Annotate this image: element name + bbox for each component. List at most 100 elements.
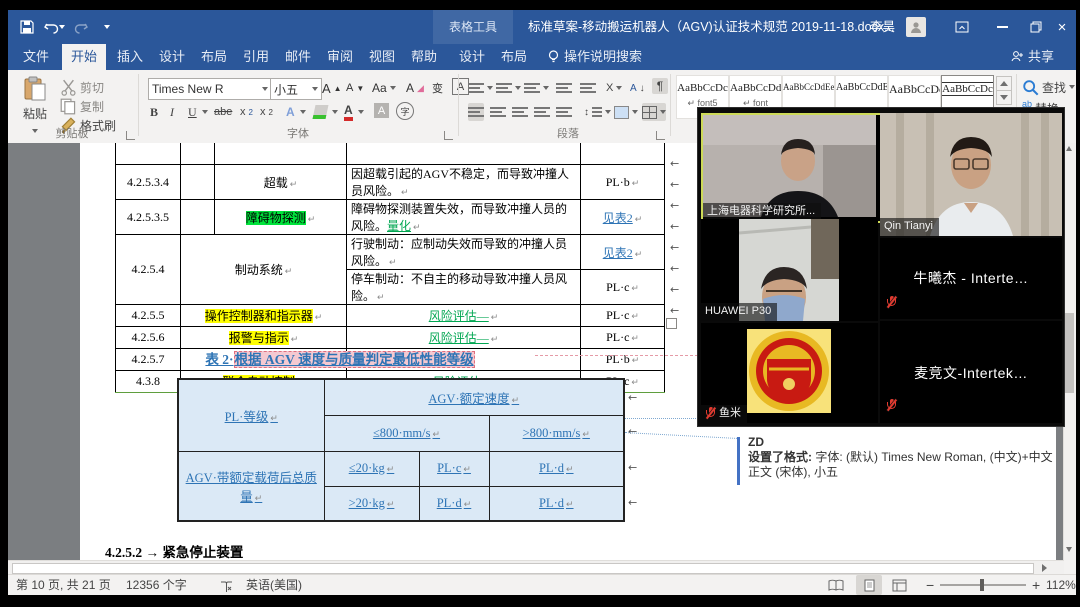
video-tile-audio-only[interactable]: 麦竞文-Intertek…: [880, 321, 1062, 423]
highlight-color-icon[interactable]: [314, 103, 338, 121]
align-right-icon[interactable]: [512, 103, 528, 121]
undo-icon[interactable]: [40, 17, 68, 37]
video-tile-speaker[interactable]: 上海电器科学研究所...: [701, 113, 882, 223]
minimize-button[interactable]: [986, 10, 1018, 44]
tab-help[interactable]: 帮助: [404, 44, 444, 70]
table-row: PL·等级 AGV·额定速度: [178, 379, 624, 415]
tab-references[interactable]: 引用: [236, 44, 276, 70]
change-case-icon[interactable]: Aa: [372, 79, 396, 97]
phonetic-guide-icon[interactable]: 变: [432, 79, 443, 97]
web-layout-icon[interactable]: [892, 578, 907, 598]
tab-table-layout[interactable]: 布局: [494, 44, 534, 70]
tracked-change-comment[interactable]: ZD 设置了格式: 字体: (默认) Times New Roman, (中文)…: [748, 435, 1064, 480]
tab-home[interactable]: 开始: [62, 44, 106, 70]
proofing-icon[interactable]: [220, 579, 233, 599]
italic-icon[interactable]: I: [170, 103, 174, 121]
scroll-down-icon[interactable]: [1066, 547, 1072, 552]
vertical-scroll-thumb[interactable]: [1065, 313, 1074, 393]
tab-layout[interactable]: 布局: [194, 44, 234, 70]
sort-icon[interactable]: A↓: [630, 79, 645, 97]
bold-icon[interactable]: B: [150, 103, 158, 121]
styles-scroll-down-icon[interactable]: [996, 90, 1012, 105]
screen: 表格工具 标准草案-移动搬运机器人（AGV)认证技术规范 2019-11-18.…: [0, 0, 1080, 607]
borders-icon[interactable]: [642, 103, 666, 121]
tab-review[interactable]: 审阅: [320, 44, 360, 70]
share-button[interactable]: 共享: [1028, 44, 1064, 70]
align-left-icon[interactable]: [468, 103, 484, 121]
word-count[interactable]: 12356 个字: [126, 575, 187, 595]
tab-design[interactable]: 设计: [152, 44, 192, 70]
clipboard-dialog-launcher[interactable]: [126, 131, 135, 140]
tab-file[interactable]: 文件: [14, 44, 58, 70]
find-button[interactable]: 查找: [1022, 78, 1075, 96]
enclose-characters-icon[interactable]: 字: [396, 102, 414, 120]
change-arrow: ←: [670, 304, 679, 317]
participant-name-label: Qin Tianyi: [880, 218, 939, 236]
language-indicator[interactable]: 英语(美国): [246, 575, 302, 595]
show-marks-icon[interactable]: ¶: [652, 78, 668, 94]
horizontal-scrollbar[interactable]: [8, 560, 1064, 575]
tab-mailings[interactable]: 邮件: [278, 44, 318, 70]
tab-view[interactable]: 视图: [362, 44, 402, 70]
underline-icon[interactable]: U: [188, 103, 208, 121]
redo-icon[interactable]: [70, 17, 92, 37]
horizontal-scroll-thumb[interactable]: [12, 563, 1034, 574]
tell-me-search[interactable]: 操作说明搜索: [564, 44, 654, 70]
user-avatar[interactable]: [906, 17, 926, 37]
cut-button[interactable]: 剪切: [60, 78, 104, 96]
asian-layout-icon[interactable]: X: [606, 79, 622, 97]
copy-button[interactable]: 复制: [60, 97, 104, 115]
zoom-out-icon[interactable]: −: [926, 575, 934, 595]
video-tile[interactable]: Qin Tianyi: [880, 113, 1062, 236]
justify-icon[interactable]: [534, 103, 550, 121]
superscript-icon[interactable]: x2: [260, 103, 273, 121]
paragraph-group-label: 段落: [528, 125, 608, 141]
bullets-icon[interactable]: [468, 79, 493, 97]
shading-icon[interactable]: [614, 103, 638, 121]
table-resize-handle[interactable]: [666, 318, 677, 329]
tab-insert[interactable]: 插入: [110, 44, 150, 70]
tab-table-design[interactable]: 设计: [452, 44, 492, 70]
qat-customize-icon[interactable]: [96, 17, 118, 37]
close-button[interactable]: ×: [1048, 10, 1076, 44]
align-center-icon[interactable]: [490, 103, 506, 121]
font-color-icon[interactable]: A: [344, 103, 364, 121]
video-tile[interactable]: 鱼米: [701, 323, 878, 423]
participant-name-label: HUAWEI P30: [701, 303, 777, 321]
text-effects-icon[interactable]: A: [286, 103, 306, 121]
numbering-icon[interactable]: [496, 79, 521, 97]
table-row: 4.2.5.3.5 障碍物探测 障碍物探测装置失效，而导致冲撞人员的风险。量化 …: [116, 200, 665, 235]
distribute-icon[interactable]: [556, 103, 572, 121]
clear-formatting-icon[interactable]: A◢: [406, 79, 424, 97]
change-arrow: ←: [670, 178, 679, 191]
styles-scroll-up-icon[interactable]: [996, 76, 1012, 91]
increase-indent-icon[interactable]: [580, 79, 596, 97]
video-tile[interactable]: HUAWEI P30: [701, 219, 878, 321]
read-mode-icon[interactable]: [828, 578, 844, 598]
character-border-icon[interactable]: A: [452, 78, 469, 95]
paragraph-dialog-launcher[interactable]: [656, 131, 665, 140]
strikethrough-icon[interactable]: abe: [214, 103, 232, 121]
font-name-combo[interactable]: Times New R: [148, 78, 272, 100]
font-size-combo[interactable]: 小五: [270, 78, 322, 100]
scroll-up-icon[interactable]: [1066, 146, 1072, 151]
grow-font-icon[interactable]: A▲: [322, 79, 342, 97]
font-dialog-launcher[interactable]: [444, 131, 453, 140]
zoom-slider-thumb[interactable]: [980, 579, 984, 591]
page-indicator[interactable]: 第 10 页, 共 21 页: [16, 575, 111, 595]
ribbon-display-options-icon[interactable]: [946, 10, 978, 44]
zoom-in-icon[interactable]: +: [1032, 575, 1040, 595]
zoom-level[interactable]: 112%: [1046, 575, 1076, 595]
decrease-indent-icon[interactable]: [556, 79, 572, 97]
video-conference-panel[interactable]: 上海电器科学研究所... Qin Tianyi: [697, 107, 1065, 427]
font-group-label: 字体: [258, 125, 338, 141]
shrink-font-icon[interactable]: A▼: [346, 79, 364, 97]
print-layout-icon[interactable]: [856, 575, 882, 595]
line-spacing-icon[interactable]: ↕: [584, 103, 611, 121]
scroll-right-icon[interactable]: [1042, 564, 1047, 572]
subscript-icon[interactable]: x2: [240, 103, 253, 121]
video-tile-audio-only[interactable]: 牛曦杰 - Interte…: [880, 238, 1062, 319]
save-icon[interactable]: [16, 17, 38, 37]
character-shading-icon[interactable]: A: [374, 103, 389, 118]
multilevel-list-icon[interactable]: [524, 79, 549, 97]
